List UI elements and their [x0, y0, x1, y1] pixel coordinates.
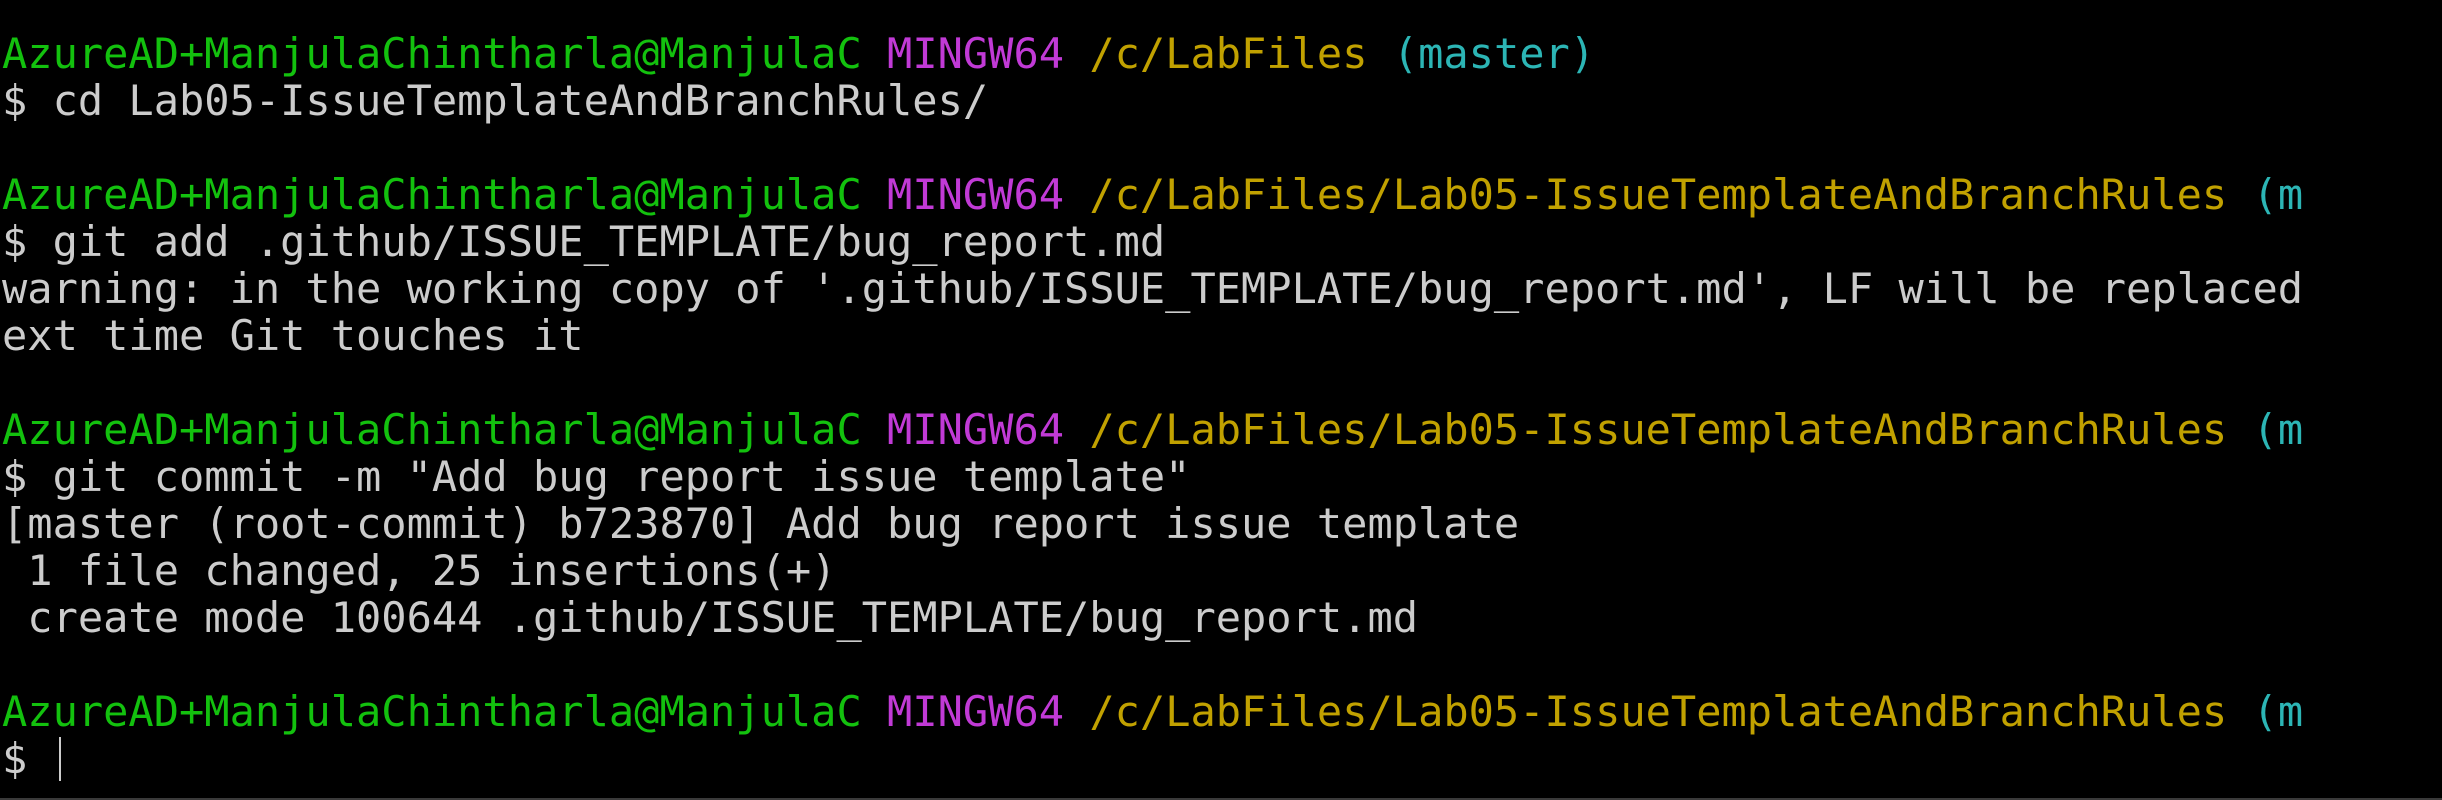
- prompt-line: AzureAD+ManjulaChintharla@ManjulaC MINGW…: [0, 406, 2442, 453]
- command-line: $ git add .github/ISSUE_TEMPLATE/bug_rep…: [2, 217, 1166, 266]
- output-line: warning: in the working copy of '.github…: [2, 264, 2304, 313]
- command-line: $ git commit -m "Add bug report issue te…: [2, 452, 1191, 501]
- prompt-line: AzureAD+ManjulaChintharla@ManjulaC MINGW…: [0, 688, 2442, 735]
- prompt-branch: (master): [1392, 29, 1596, 78]
- prompt-env: MINGW64: [887, 405, 1065, 454]
- terminal-window[interactable]: AzureAD+ManjulaChintharla@ManjulaC MINGW…: [0, 0, 2442, 800]
- prompt-branch: (m: [2252, 170, 2304, 219]
- prompt-env: MINGW64: [887, 29, 1065, 78]
- output-line: ext time Git touches it: [2, 311, 584, 360]
- prompt-user: AzureAD+ManjulaChintharla@ManjulaC: [2, 405, 862, 454]
- prompt-path: /c/LabFiles: [1089, 29, 1368, 78]
- command-input-line[interactable]: $: [0, 735, 2442, 782]
- prompt-user: AzureAD+ManjulaChintharla@ManjulaC: [2, 170, 862, 219]
- prompt-branch: (m: [2252, 687, 2304, 736]
- output-line: 1 file changed, 25 insertions(+): [2, 546, 837, 595]
- prompt-branch: (m: [2252, 405, 2304, 454]
- prompt-user: AzureAD+ManjulaChintharla@ManjulaC: [2, 29, 862, 78]
- prompt-line: AzureAD+ManjulaChintharla@ManjulaC MINGW…: [0, 30, 2442, 77]
- prompt-path: /c/LabFiles/Lab05-IssueTemplateAndBranch…: [1089, 405, 2228, 454]
- prompt-user: AzureAD+ManjulaChintharla@ManjulaC: [2, 687, 862, 736]
- command-line: $ cd Lab05-IssueTemplateAndBranchRules/: [2, 76, 989, 125]
- prompt-env: MINGW64: [887, 170, 1065, 219]
- input-prompt-symbol: $: [2, 734, 53, 783]
- text-cursor: [58, 737, 61, 781]
- prompt-path: /c/LabFiles/Lab05-IssueTemplateAndBranch…: [1089, 170, 2228, 219]
- prompt-line: AzureAD+ManjulaChintharla@ManjulaC MINGW…: [0, 171, 2442, 218]
- output-line: [master (root-commit) b723870] Add bug r…: [2, 499, 1520, 548]
- prompt-env: MINGW64: [887, 687, 1065, 736]
- output-line: create mode 100644 .github/ISSUE_TEMPLAT…: [2, 593, 1419, 642]
- prompt-path: /c/LabFiles/Lab05-IssueTemplateAndBranch…: [1089, 687, 2228, 736]
